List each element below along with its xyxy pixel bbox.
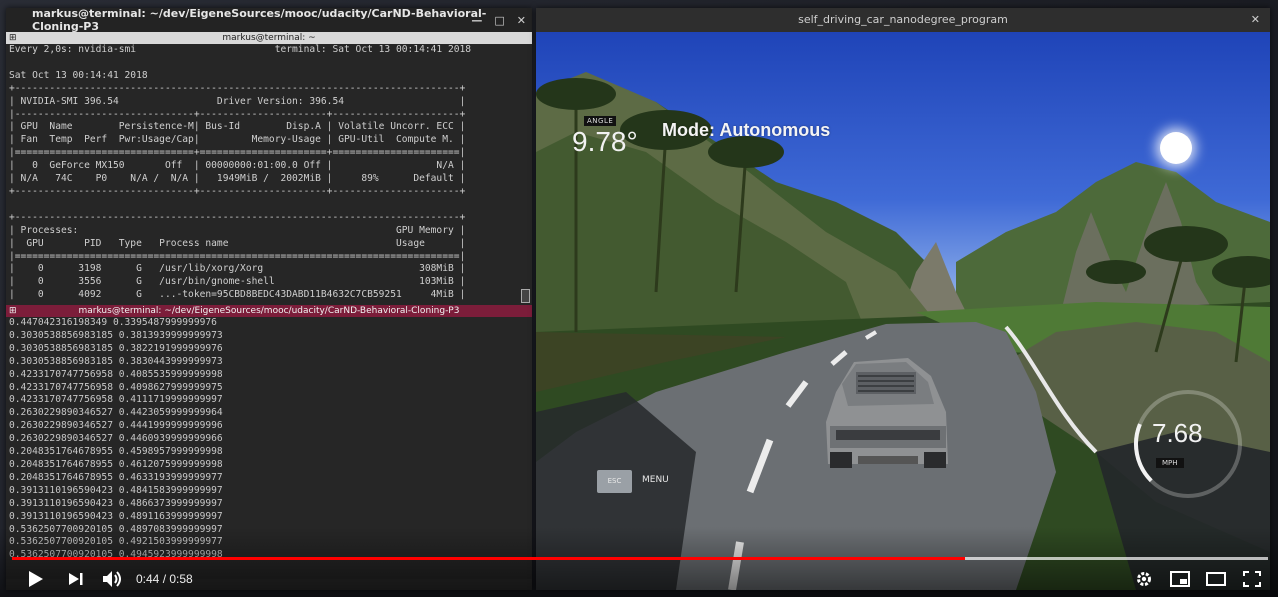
terminal-line: |=======================================… — [9, 250, 466, 262]
terminal-line: | 0 GeForce MX150 Off | 00000000:01:00.0… — [9, 160, 466, 172]
terminal-line: | GPU Name Persistence-M| Bus-Id Disp.A … — [9, 121, 466, 133]
miniplayer-icon — [1170, 571, 1190, 587]
terminal-line: |===============================+=======… — [9, 147, 466, 159]
terminal-line: 0.4233170747756958 0.4085535999999998 — [9, 368, 223, 380]
next-button[interactable] — [62, 562, 90, 596]
terminal-line: 0.3030538856983185 0.3822191999999976 — [9, 342, 223, 354]
terminal-line: 0.2048351764678955 0.4598957999999998 — [9, 446, 223, 458]
terminal-line: | GPU PID Type Process name Usage | — [9, 237, 466, 249]
pane-menu-icon[interactable]: ⊞ — [9, 32, 17, 44]
terminal-line: | Processes: GPU Memory | — [9, 224, 466, 236]
close-icon[interactable]: ✕ — [1251, 8, 1260, 32]
miniplayer-button[interactable] — [1166, 562, 1194, 596]
terminal-line: | N/A 74C P0 N/A / N/A | 1949MiB / 2002M… — [9, 173, 466, 185]
bottom-pane-titlebar[interactable]: ⊞ markus@terminal: ~/dev/EigeneSources/m… — [6, 305, 532, 317]
maximize-icon[interactable]: □ — [494, 14, 504, 27]
terminal-window-title: markus@terminal: ~/dev/EigeneSources/moo… — [32, 8, 487, 33]
terminal-line: 0.3913110196590423 0.4891163999999997 — [9, 510, 223, 522]
terminal-line: 0.4233170747756958 0.4111719999999997 — [9, 394, 223, 406]
terminal-line: 0.3030538856983185 0.3813939999999973 — [9, 329, 223, 341]
terminal-line: Every 2,0s: nvidia-smi terminal: Sat Oct… — [9, 44, 472, 55]
terminal-line: +---------------------------------------… — [9, 211, 466, 223]
player-controls: 0:44 / 0:58 — [0, 562, 1278, 596]
fullscreen-icon — [1243, 571, 1261, 587]
scrollbar-thumb[interactable] — [521, 289, 530, 303]
simulator-window[interactable]: self_driving_car_nanodegree_program ✕ AN… — [536, 8, 1270, 590]
terminal-line: +---------------------------------------… — [9, 82, 466, 94]
terminal-line: | NVIDIA-SMI 396.54 Driver Version: 396.… — [9, 95, 466, 107]
simulator-window-title: self_driving_car_nanodegree_program — [798, 13, 1008, 26]
terminal-titlebar[interactable]: markus@terminal: ~/dev/EigeneSources/moo… — [6, 8, 532, 33]
terminal-window[interactable]: markus@terminal: ~/dev/EigeneSources/moo… — [6, 8, 532, 590]
terminal-line: 0.3030538856983185 0.3830443999999973 — [9, 355, 223, 367]
landscape — [536, 72, 1270, 590]
volume-icon — [103, 571, 121, 587]
terminal-line: | 0 4092 G ...-token=95CBD8BEDC43DABD11B… — [9, 289, 466, 301]
terminal-line: 0.447042316198349 0.3395487999999976 — [9, 317, 217, 328]
terminal-line: 0.2630229890346527 0.4423059999999964 — [9, 407, 223, 419]
speed-unit: MPH — [1156, 458, 1184, 468]
esc-button[interactable]: ESC — [597, 470, 632, 493]
simulator-scene: ANGLE 9.78° Mode: Autonomous 7.68 MPH ES… — [536, 32, 1270, 590]
terminal-line: 0.3913110196590423 0.4866373999999997 — [9, 497, 223, 509]
terminal-line: 0.2630229890346527 0.4441999999999996 — [9, 420, 223, 432]
progress-bar[interactable] — [12, 557, 1268, 560]
speed-value: 7.68 — [1152, 418, 1203, 448]
sun — [1160, 132, 1192, 164]
pane-menu-icon[interactable]: ⊞ — [9, 305, 17, 317]
terminal-line: +-------------------------------+-------… — [9, 185, 466, 197]
terminal-line: |-------------------------------+-------… — [9, 108, 466, 120]
settings-icon — [1137, 572, 1151, 586]
nvidia-smi-output[interactable]: Every 2,0s: nvidia-smi terminal: Sat Oct… — [6, 44, 532, 305]
terminal-line: 0.2048351764678955 0.4633193999999977 — [9, 471, 223, 483]
volume-button[interactable] — [98, 562, 128, 596]
angle-value: 9.78° — [572, 126, 638, 157]
settings-button[interactable] — [1130, 562, 1158, 596]
angle-label: ANGLE — [584, 116, 617, 126]
time-display: 0:44 / 0:58 — [136, 572, 193, 586]
close-icon[interactable]: ✕ — [517, 14, 526, 27]
terminal-line: | Fan Temp Perf Pwr:Usage/Cap| Memory-Us… — [9, 134, 466, 146]
progress-played — [12, 557, 965, 560]
simulator-titlebar[interactable]: self_driving_car_nanodegree_program ✕ — [536, 8, 1270, 32]
minimize-icon[interactable]: — — [471, 14, 482, 27]
terminal-line: 0.4233170747756958 0.4098627999999975 — [9, 381, 223, 393]
terminal-line: Sat Oct 13 00:14:41 2018 — [9, 69, 148, 81]
menu-label: MENU — [642, 475, 669, 485]
top-pane-title: markus@terminal: ~ — [222, 33, 316, 43]
fullscreen-button[interactable] — [1238, 562, 1266, 596]
top-pane-titlebar[interactable]: ⊞ markus@terminal: ~ — [6, 32, 532, 44]
terminal-line: 0.3913110196590423 0.4841583999999997 — [9, 484, 223, 496]
next-icon — [69, 573, 83, 585]
terminal-line: 0.2630229890346527 0.4460939999999966 — [9, 433, 223, 445]
terminal-line: 0.2048351764678955 0.4612075999999998 — [9, 458, 223, 470]
bottom-pane-title: markus@terminal: ~/dev/EigeneSources/moo… — [78, 306, 460, 316]
play-icon — [29, 571, 43, 587]
theater-mode-button[interactable] — [1202, 562, 1230, 596]
mode-label: Mode: Autonomous — [662, 120, 831, 140]
terminal-line: | 0 3198 G /usr/lib/xorg/Xorg 308MiB | — [9, 263, 466, 275]
theater-icon — [1206, 572, 1226, 586]
terminal-line: | 0 3556 G /usr/bin/gnome-shell 103MiB | — [9, 276, 466, 288]
play-button[interactable] — [22, 562, 50, 596]
